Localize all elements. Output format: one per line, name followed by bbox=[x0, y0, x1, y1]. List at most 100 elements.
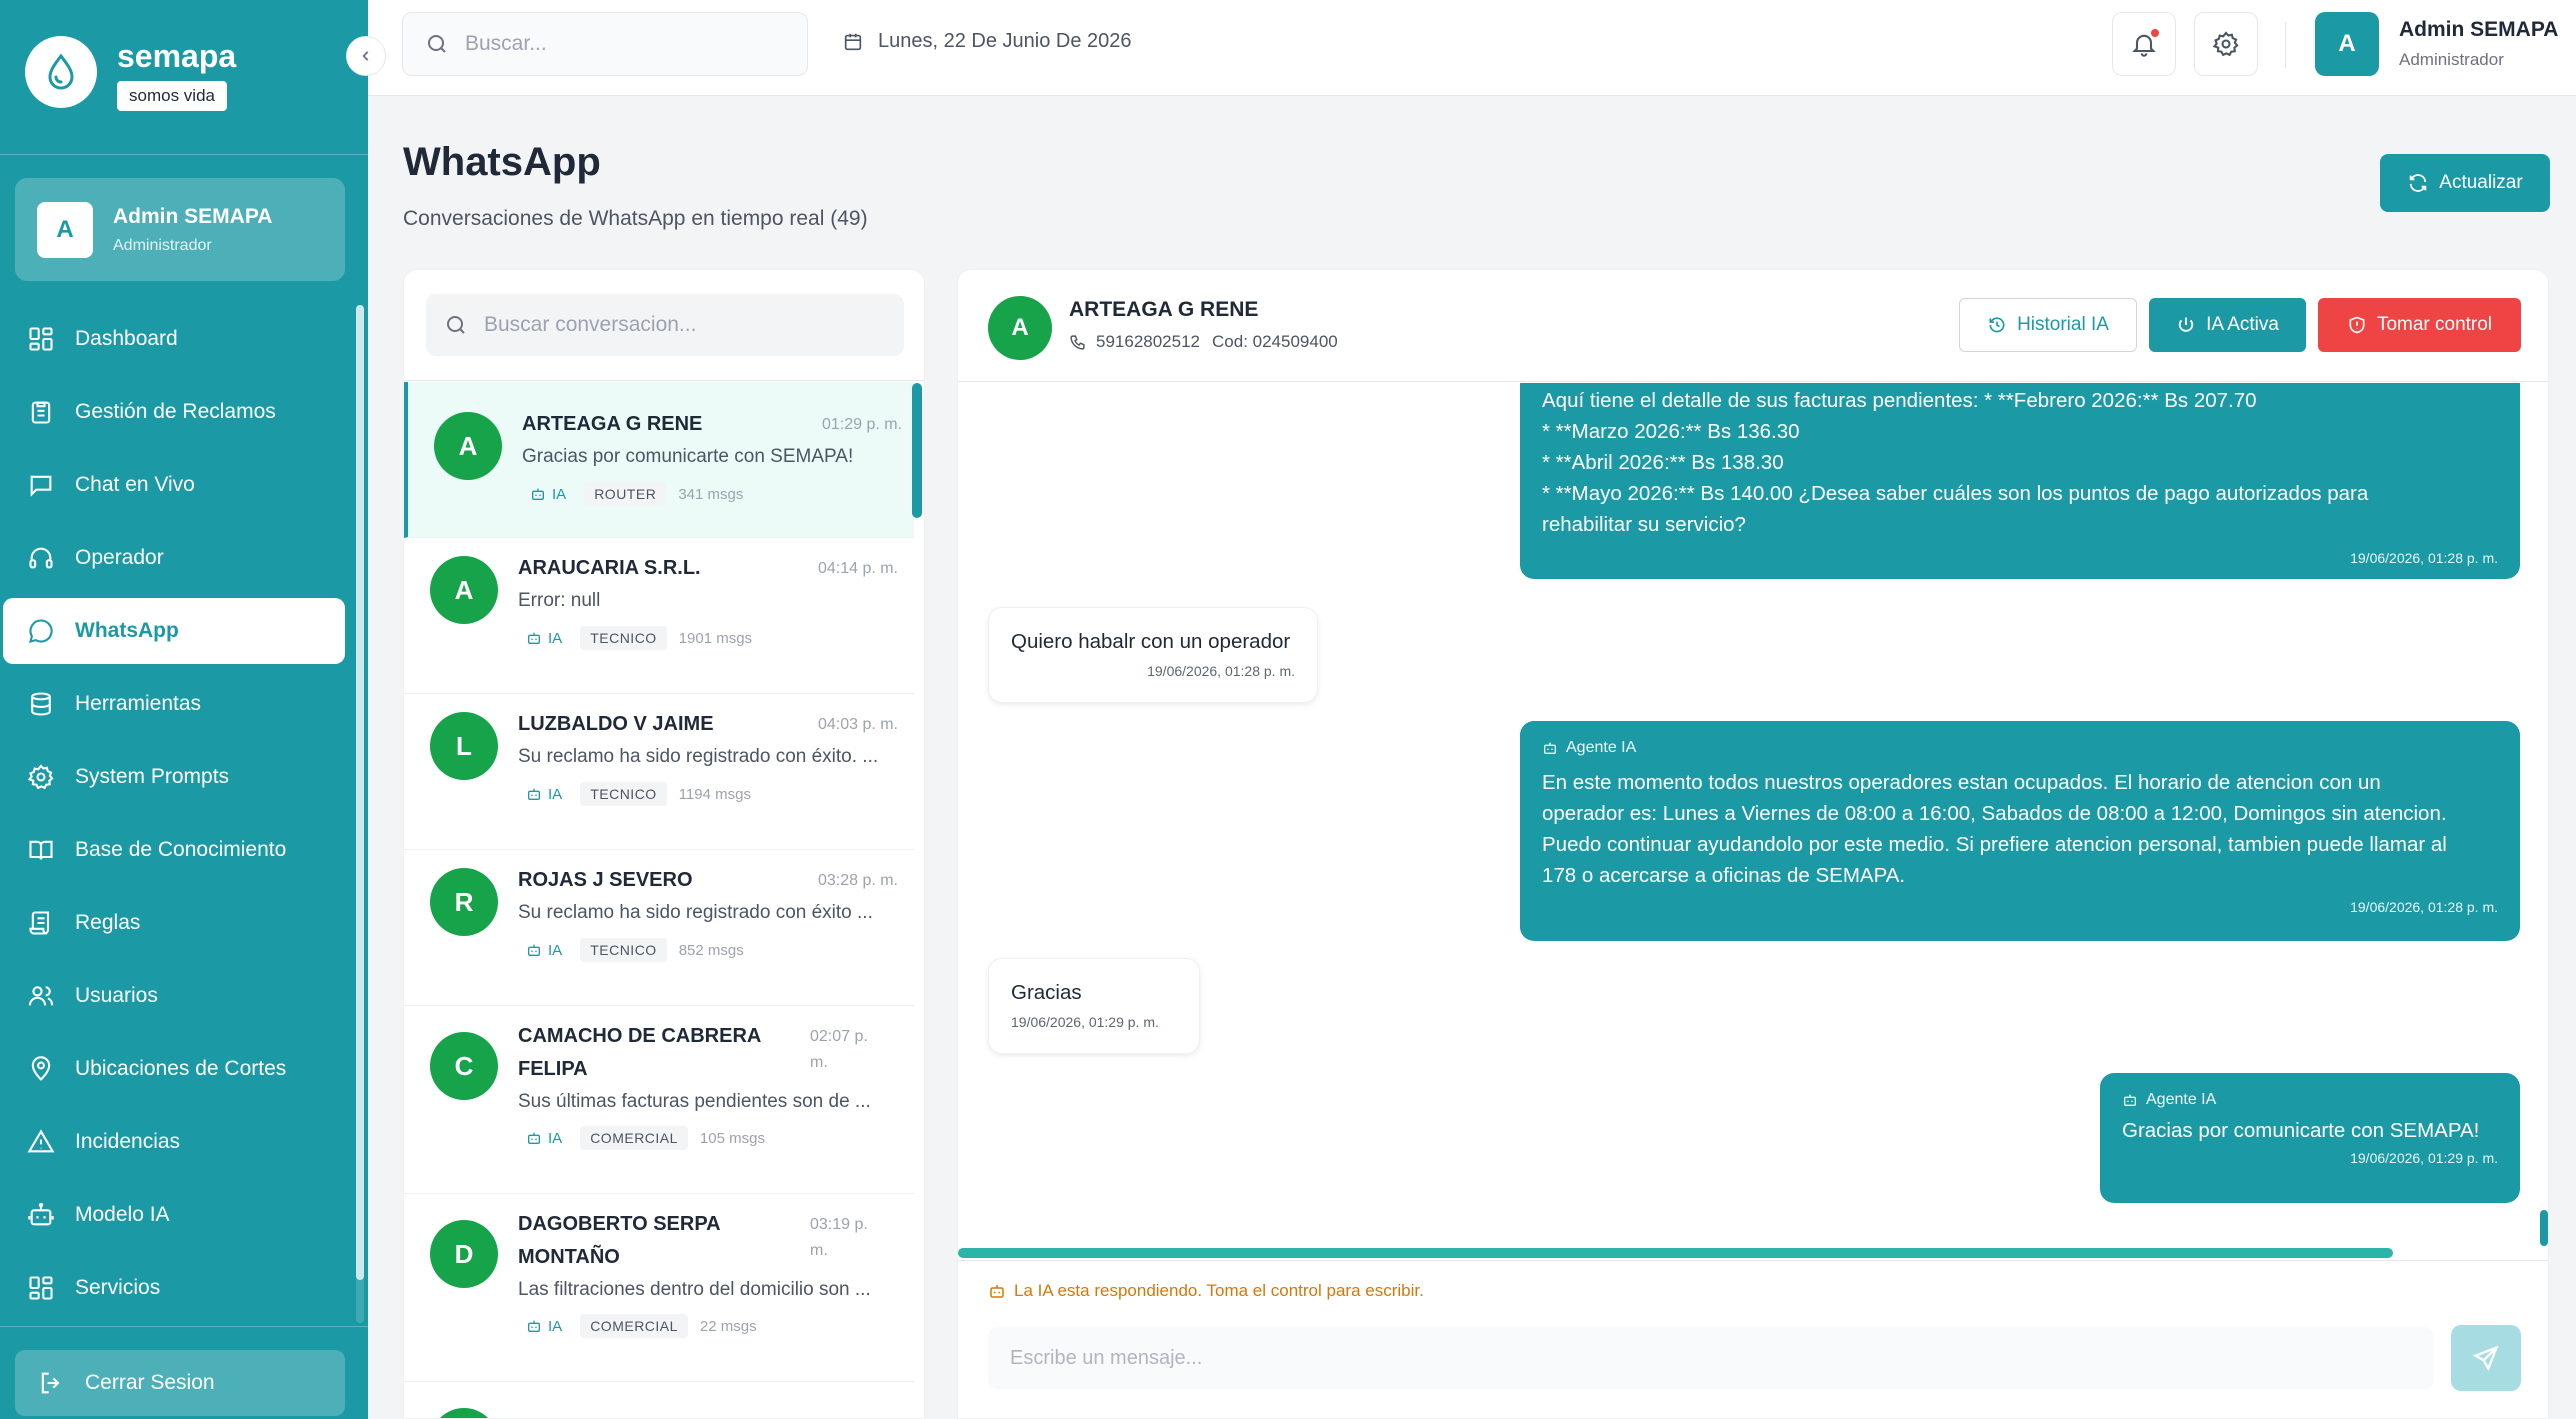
message-thread[interactable]: Aquí tiene el detalle de sus facturas pe… bbox=[958, 383, 2548, 1253]
take-control-button[interactable]: Tomar control bbox=[2318, 298, 2521, 352]
sidebar-item-incidencias[interactable]: Incidencias bbox=[3, 1109, 345, 1175]
history-ia-button[interactable]: Historial IA bbox=[1959, 298, 2137, 352]
sidebar-item-chat-en-vivo[interactable]: Chat en Vivo bbox=[3, 452, 345, 518]
ia-badge: IA bbox=[518, 1127, 570, 1150]
ia-badge-label: IA bbox=[548, 629, 563, 647]
chat-contact-meta: 59162802512 Cod: 024509400 bbox=[1069, 332, 1338, 352]
chat-panel: A ARTEAGA G RENE 59162802512 Cod: 024509… bbox=[957, 269, 2549, 1419]
message-composer: La IA esta respondiendo. Toma el control… bbox=[958, 1260, 2548, 1418]
message-bubble-outgoing: Agente IA Gracias por comunicarte con SE… bbox=[2100, 1073, 2520, 1203]
category-badge: TECNICO bbox=[580, 938, 667, 962]
sidebar-item-label: Servicios bbox=[75, 1276, 161, 1299]
ia-active-label: IA Activa bbox=[2206, 314, 2279, 335]
list-divider bbox=[404, 380, 924, 381]
avatar: A bbox=[37, 201, 93, 258]
message-input[interactable] bbox=[988, 1327, 2434, 1389]
list-item[interactable]: R ROJAS J SEVERO 03:28 p. m. Su reclamo … bbox=[404, 850, 914, 1006]
sidebar-item-system-prompts[interactable]: System Prompts bbox=[3, 744, 345, 810]
global-search[interactable] bbox=[402, 12, 808, 76]
search-input[interactable] bbox=[465, 32, 765, 56]
avatar: L bbox=[430, 712, 498, 780]
send-button[interactable] bbox=[2451, 1325, 2521, 1391]
conversation-search[interactable] bbox=[426, 294, 904, 356]
sidebar-item-herramientas[interactable]: Herramientas bbox=[3, 671, 345, 737]
sidebar-scrollbar-thumb[interactable] bbox=[356, 305, 364, 1280]
sidebar-divider bbox=[0, 154, 368, 155]
sidebar-scrollbar[interactable] bbox=[356, 305, 364, 1323]
sidebar-item-modelo-ia[interactable]: Modelo IA bbox=[3, 1182, 345, 1248]
topbar-user-name: Admin SEMAPA bbox=[2399, 18, 2559, 41]
sidebar-item-base-conocimiento[interactable]: Base de Conocimiento bbox=[3, 817, 345, 883]
category-badge: COMERCIAL bbox=[580, 1314, 688, 1338]
refresh-button[interactable]: Actualizar bbox=[2380, 154, 2550, 212]
brand[interactable]: semapa somos vida bbox=[25, 36, 236, 111]
message-time: 19/06/2026, 01:28 p. m. bbox=[2350, 899, 2498, 915]
avatar bbox=[430, 1408, 498, 1418]
topbar-divider bbox=[2285, 22, 2286, 68]
robot-icon bbox=[532, 488, 544, 500]
sidebar-item-usuarios[interactable]: Usuarios bbox=[3, 963, 345, 1029]
ia-badge-label: IA bbox=[548, 941, 563, 959]
list-item[interactable]: L LUZBALDO V JAIME 04:03 p. m. Su reclam… bbox=[404, 694, 914, 850]
topbar-user-role: Administrador bbox=[2399, 50, 2504, 69]
sidebar-user-card[interactable]: A Admin SEMAPA Administrador bbox=[15, 178, 345, 281]
conversation-preview: Error: null bbox=[518, 590, 601, 611]
sidebar-item-label: Base de Conocimiento bbox=[75, 838, 287, 861]
shield-icon bbox=[2349, 316, 2365, 334]
sidebar-item-dashboard[interactable]: Dashboard bbox=[3, 306, 345, 372]
sidebar-item-whatsapp[interactable]: WhatsApp bbox=[3, 598, 345, 664]
message-thread-scrollbar[interactable] bbox=[2540, 1210, 2548, 1246]
page-subtitle: Conversaciones de WhatsApp en tiempo rea… bbox=[403, 207, 868, 230]
list-item[interactable]: A ARAUCARIA S.R.L. 04:14 p. m. Error: nu… bbox=[404, 538, 914, 694]
conversation-tags: IA TECNICO 852 msgs bbox=[518, 938, 744, 962]
ia-badge: IA bbox=[518, 1315, 570, 1338]
category-badge: COMERCIAL bbox=[580, 1126, 688, 1150]
conversation-time: 04:03 p. m. bbox=[817, 716, 898, 733]
collapse-sidebar-button[interactable] bbox=[346, 36, 386, 76]
message-bubble-outgoing: Agente IA En este momento todos nuestros… bbox=[1520, 721, 2520, 941]
settings-button[interactable] bbox=[2194, 12, 2258, 76]
avatar: A bbox=[988, 296, 1052, 360]
message-text: Quiero habalr con un operador bbox=[1011, 630, 1291, 653]
chat-contact-phone: 59162802512 bbox=[1096, 332, 1201, 351]
conversation-preview: Gracias por comunicarte con SEMAPA! bbox=[522, 446, 854, 467]
sidebar-item-servicios[interactable]: Servicios bbox=[3, 1255, 345, 1321]
list-item[interactable]: D DAGOBERTO SERPA MONTAÑO 03:19 p. m. La… bbox=[404, 1194, 914, 1382]
message-count: 1194 msgs bbox=[678, 785, 751, 803]
ia-badge-label: IA bbox=[552, 485, 567, 503]
map-pin-icon bbox=[31, 1056, 51, 1081]
sidebar-item-reclamos[interactable]: Gestión de Reclamos bbox=[3, 379, 345, 445]
list-item[interactable] bbox=[404, 1382, 914, 1418]
user-menu[interactable]: A Admin SEMAPA Administrador bbox=[2315, 12, 2558, 76]
list-item[interactable]: A ARTEAGA G RENE 01:29 p. m. Gracias por… bbox=[404, 382, 914, 538]
sidebar-item-label: Dashboard bbox=[75, 327, 178, 350]
message-time: 19/06/2026, 01:29 p. m. bbox=[1011, 1014, 1159, 1030]
message-text: En este momento todos nuestros operadore… bbox=[1542, 771, 2447, 887]
list-item[interactable]: C CAMACHO DE CABRERA FELIPA 02:07 p. m. … bbox=[404, 1006, 914, 1194]
sidebar-item-ubicaciones-cortes[interactable]: Ubicaciones de Cortes bbox=[3, 1036, 345, 1102]
conversation-tags: IA COMERCIAL 105 msgs bbox=[518, 1126, 765, 1150]
sidebar-item-reglas[interactable]: Reglas bbox=[3, 890, 345, 956]
gear-icon bbox=[2212, 31, 2239, 57]
refresh-icon bbox=[2410, 174, 2427, 192]
sidebar: semapa somos vida A Admin SEMAPA Adminis… bbox=[0, 0, 368, 1419]
avatar: A bbox=[434, 412, 502, 480]
sidebar-item-label: Modelo IA bbox=[75, 1203, 170, 1226]
message-bubble-outgoing: Aquí tiene el detalle de sus facturas pe… bbox=[1520, 383, 2520, 579]
message-count: 1901 msgs bbox=[678, 629, 753, 647]
conversation-list-scrollbar[interactable] bbox=[912, 383, 922, 518]
conversation-tags: IA TECNICO 1901 msgs bbox=[518, 626, 752, 650]
clipboard-icon bbox=[31, 401, 51, 424]
logout-button[interactable]: Cerrar Sesion bbox=[15, 1350, 345, 1416]
conversation-search-input[interactable] bbox=[484, 313, 884, 337]
notifications-button[interactable] bbox=[2112, 12, 2176, 76]
message-time: 19/06/2026, 01:29 p. m. bbox=[2350, 1150, 2498, 1166]
sidebar-item-label: Incidencias bbox=[75, 1130, 181, 1153]
send-icon bbox=[2472, 1345, 2499, 1372]
sidebar-item-operador[interactable]: Operador bbox=[3, 525, 345, 591]
logout-label: Cerrar Sesion bbox=[85, 1371, 215, 1394]
brand-tagline: somos vida bbox=[117, 81, 227, 111]
ia-active-button[interactable]: IA Activa bbox=[2149, 298, 2306, 352]
horizontal-scrollbar[interactable] bbox=[958, 1248, 2393, 1258]
sidebar-user-role: Administrador bbox=[113, 236, 212, 254]
